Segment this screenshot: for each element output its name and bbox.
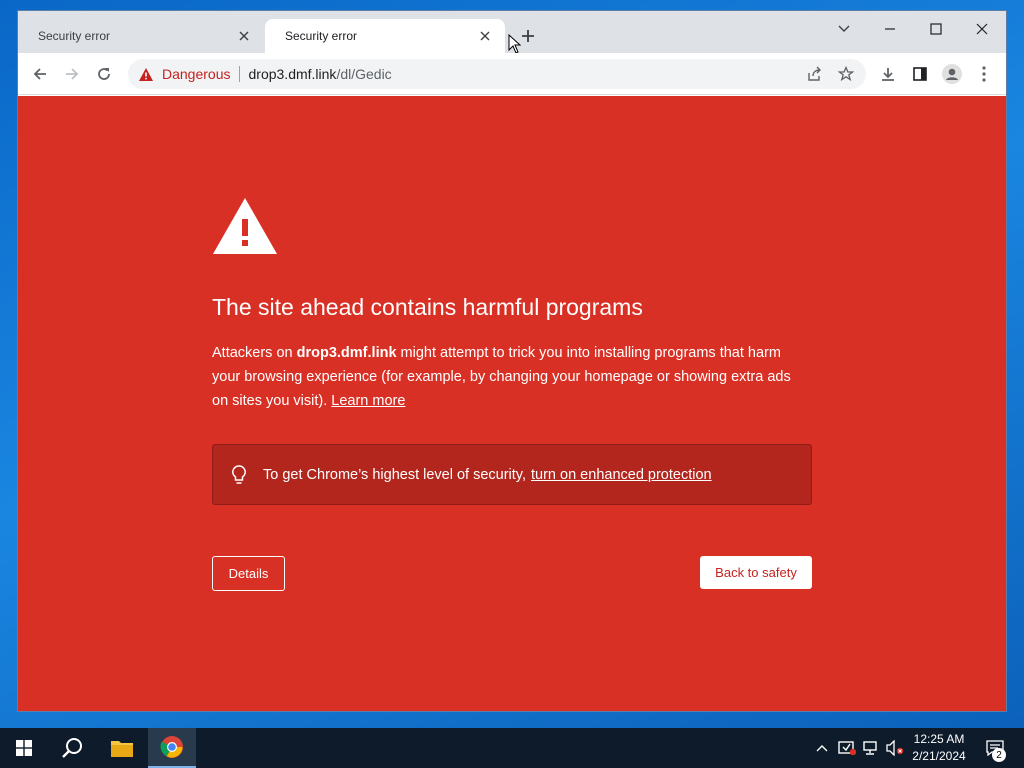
back-button[interactable] bbox=[28, 62, 52, 86]
warning-triangle-icon bbox=[138, 66, 154, 82]
tab-inactive[interactable]: Security error bbox=[18, 19, 264, 53]
clock-time: 12:25 AM bbox=[913, 732, 965, 746]
warning-description: Attackers on drop3.dmf.link might attemp… bbox=[212, 341, 802, 413]
download-icon[interactable] bbox=[876, 62, 900, 86]
browser-window: Security error Security error Dangerous … bbox=[18, 11, 1006, 711]
volume-muted-icon[interactable] bbox=[884, 728, 906, 768]
url-path: /dl/Gedic bbox=[336, 66, 392, 82]
desc-host: drop3.dmf.link bbox=[296, 345, 397, 361]
details-button[interactable]: Details bbox=[212, 556, 285, 591]
taskbar: 12:25 AM 2/21/2024 2 bbox=[0, 728, 1024, 768]
share-icon[interactable] bbox=[802, 62, 826, 86]
notification-count-badge: 2 bbox=[992, 748, 1006, 762]
network-tray-icon[interactable] bbox=[860, 728, 882, 768]
profile-avatar-icon[interactable] bbox=[940, 62, 964, 86]
file-explorer-icon[interactable] bbox=[98, 728, 146, 768]
forward-button[interactable] bbox=[60, 62, 84, 86]
chevron-up-icon[interactable] bbox=[812, 728, 832, 768]
desc-prefix: Attackers on bbox=[212, 345, 297, 361]
search-icon[interactable] bbox=[48, 728, 96, 768]
lightbulb-icon bbox=[229, 464, 249, 486]
back-to-safety-button[interactable]: Back to safety bbox=[700, 556, 812, 589]
kebab-menu-icon[interactable] bbox=[972, 62, 996, 86]
page-headline: The site ahead contains harmful programs bbox=[212, 294, 643, 320]
omnibox-divider bbox=[238, 66, 240, 82]
close-window-button[interactable] bbox=[959, 15, 1005, 43]
tip-text: To get Chrome’s highest level of securit… bbox=[263, 466, 527, 483]
system-clock[interactable]: 12:25 AM 2/21/2024 bbox=[906, 731, 972, 765]
tab-strip: Security error Security error bbox=[18, 11, 1006, 54]
close-tab-icon[interactable] bbox=[236, 28, 252, 44]
security-status-label[interactable]: Dangerous bbox=[162, 66, 231, 82]
reload-button[interactable] bbox=[92, 62, 116, 86]
learn-more-link[interactable]: Learn more bbox=[331, 393, 405, 409]
enhanced-protection-tip: To get Chrome’s highest level of securit… bbox=[212, 444, 812, 505]
side-panel-icon[interactable] bbox=[908, 62, 932, 86]
address-bar[interactable]: Dangerous drop3.dmf.link /dl/Gedic bbox=[128, 59, 866, 89]
maximize-button[interactable] bbox=[913, 15, 959, 43]
tab-title: Security error bbox=[38, 29, 111, 43]
minimize-button[interactable] bbox=[867, 15, 913, 43]
tab-active[interactable]: Security error bbox=[265, 19, 505, 53]
tab-title: Security error bbox=[285, 29, 358, 43]
chrome-taskbar-icon[interactable] bbox=[148, 728, 196, 768]
enhanced-protection-link[interactable]: turn on enhanced protection bbox=[531, 467, 712, 483]
security-center-tray-icon[interactable] bbox=[836, 728, 858, 768]
bookmark-star-icon[interactable] bbox=[834, 62, 858, 86]
windows-start-icon[interactable] bbox=[0, 728, 48, 768]
browser-toolbar: Dangerous drop3.dmf.link /dl/Gedic bbox=[18, 53, 1006, 95]
danger-warning-icon bbox=[212, 197, 278, 260]
url-host: drop3.dmf.link bbox=[248, 66, 337, 82]
safe-browsing-interstitial: The site ahead contains harmful programs… bbox=[18, 96, 1006, 711]
close-tab-icon[interactable] bbox=[477, 28, 493, 44]
clock-date: 2/21/2024 bbox=[912, 749, 966, 763]
tab-search-icon[interactable] bbox=[821, 15, 867, 43]
